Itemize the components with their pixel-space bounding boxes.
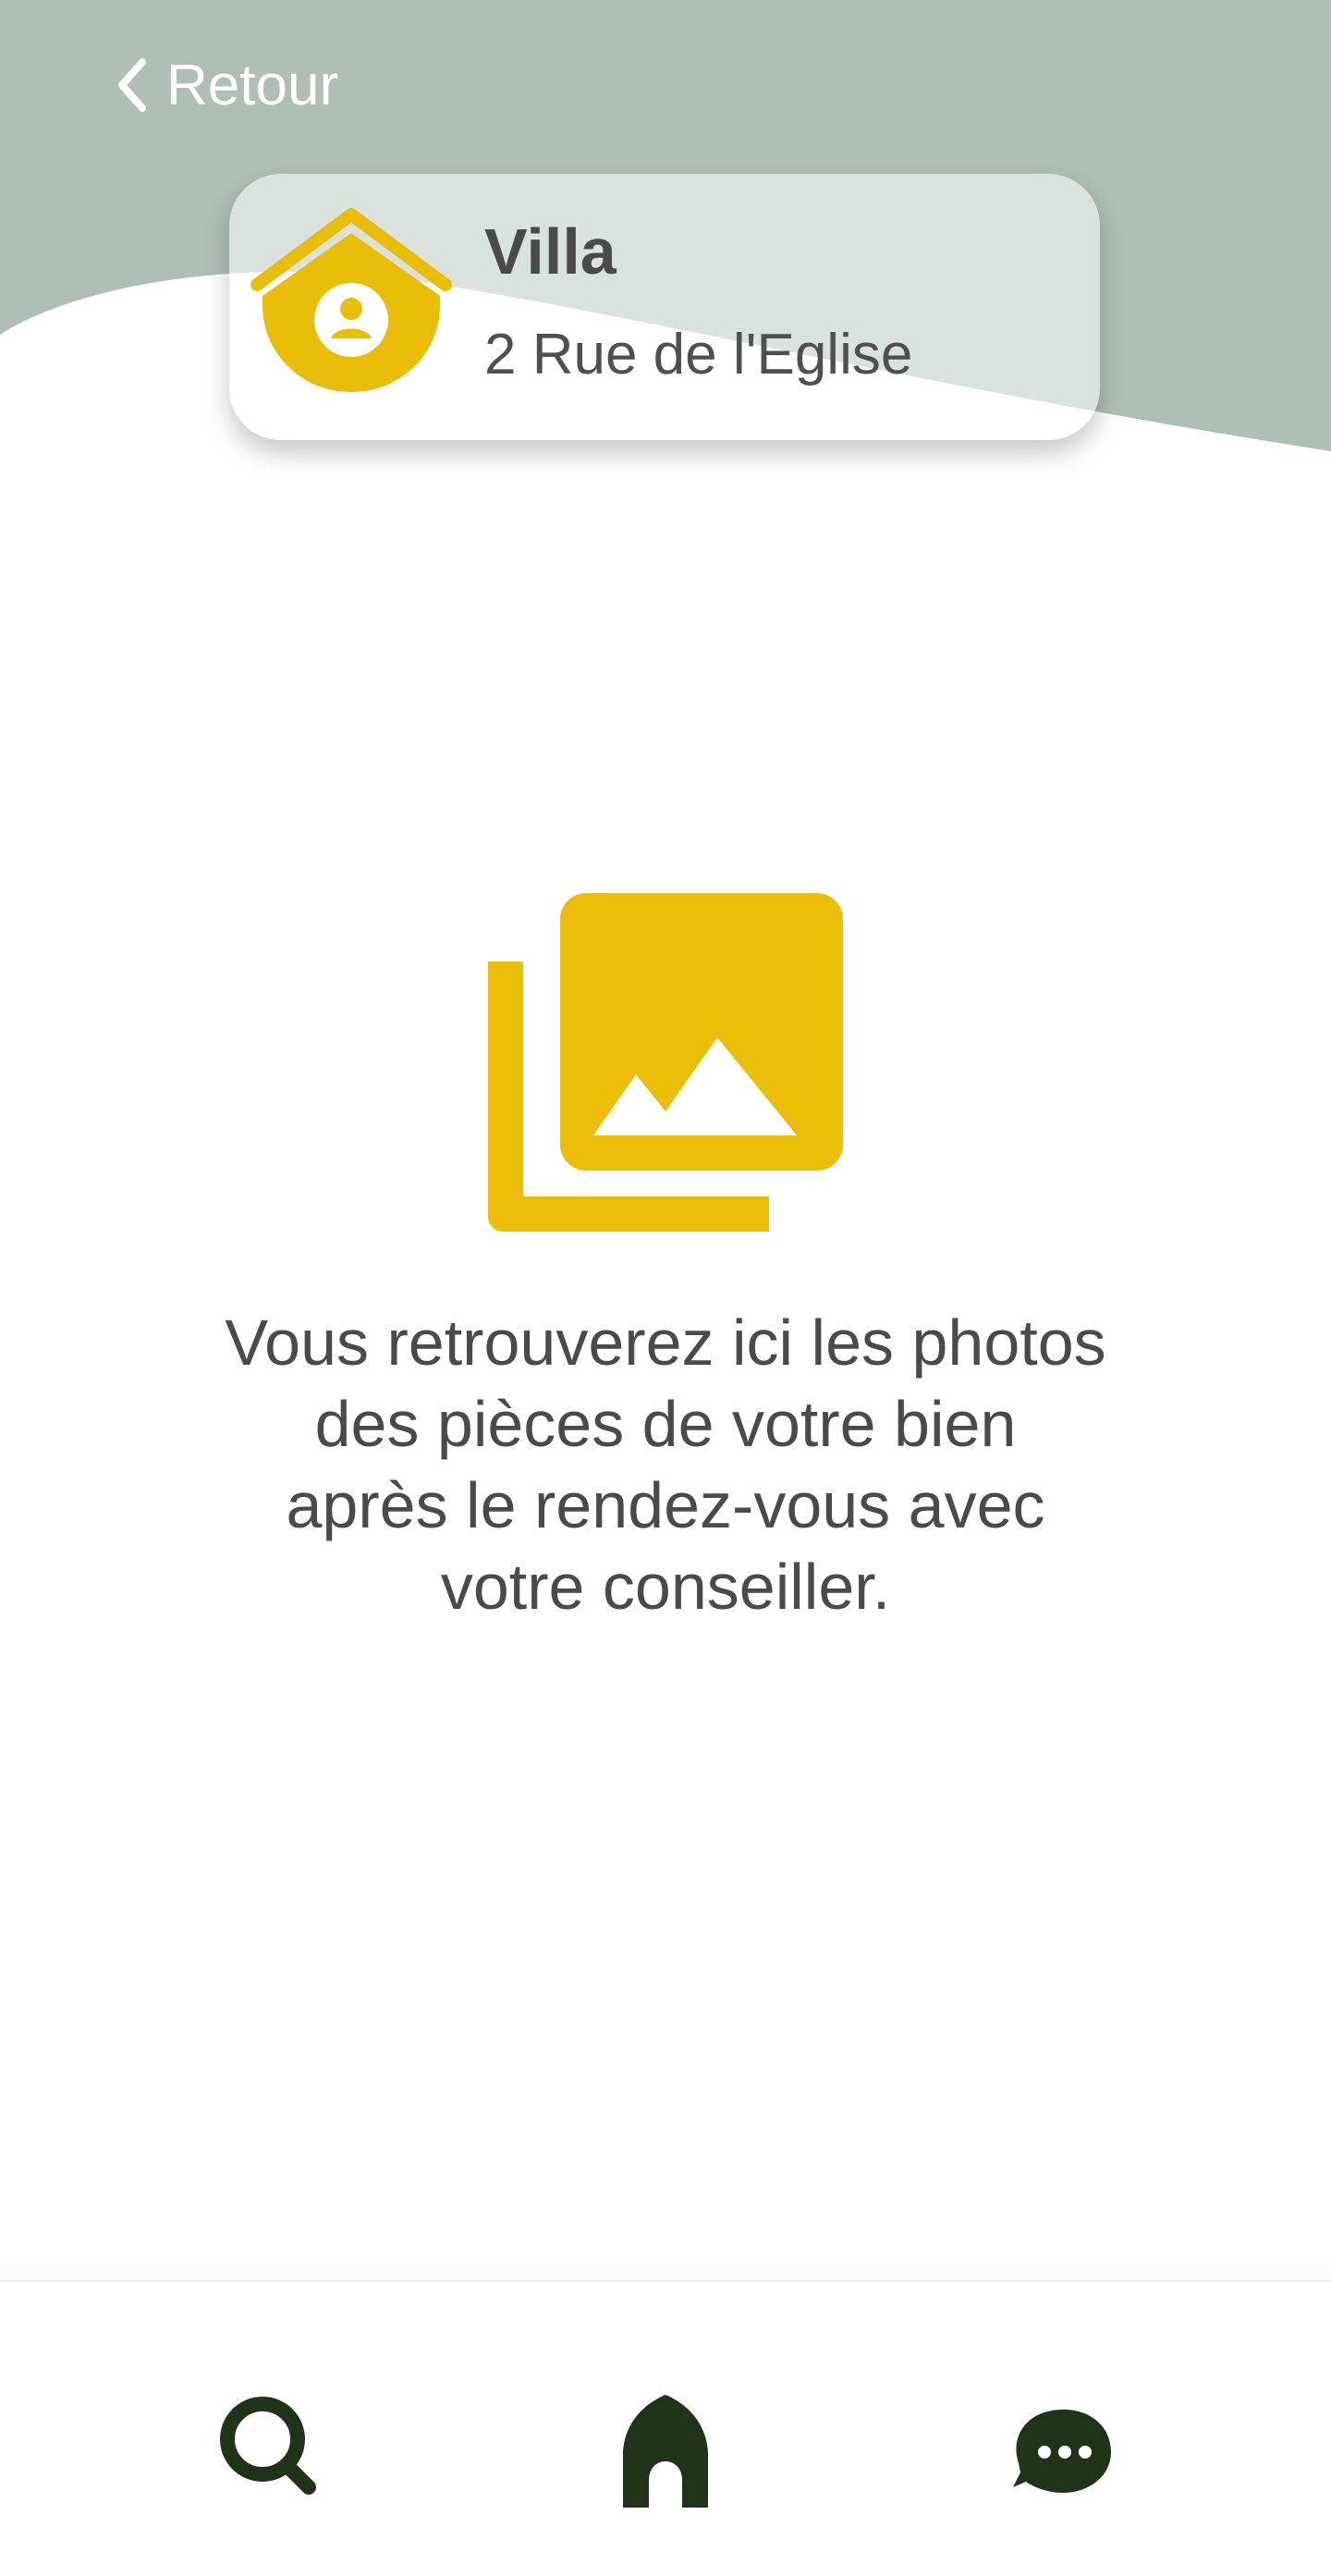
nav-home-button[interactable] <box>601 2384 730 2513</box>
message-line: Vous retrouverez ici les photos <box>225 1306 1106 1379</box>
message-line: des pièces de votre bien <box>314 1388 1017 1460</box>
back-label: Retour <box>166 53 339 117</box>
message-line: votre conseiller. <box>440 1551 891 1623</box>
house-person-icon <box>250 208 452 392</box>
search-icon <box>220 2397 316 2495</box>
nav-search-button[interactable] <box>205 2384 335 2513</box>
nav-chat-button[interactable] <box>996 2384 1126 2513</box>
home-icon <box>623 2395 708 2508</box>
property-title: Villa <box>484 215 617 288</box>
property-card[interactable]: Villa 2 Rue de l'Eglise <box>229 174 1100 440</box>
back-button[interactable]: Retour <box>113 48 338 122</box>
property-address: 2 Rue de l'Eglise <box>484 323 913 386</box>
chevron-left-icon <box>118 58 146 112</box>
message-line: après le rendez-vous avec <box>286 1469 1045 1541</box>
chat-bubble-icon <box>1013 2410 1111 2493</box>
bottom-navigation <box>0 2280 1331 2576</box>
photo-library-icon <box>488 893 843 1232</box>
empty-state-message: Vous retrouverez ici les photos des pièc… <box>139 1302 1192 1627</box>
